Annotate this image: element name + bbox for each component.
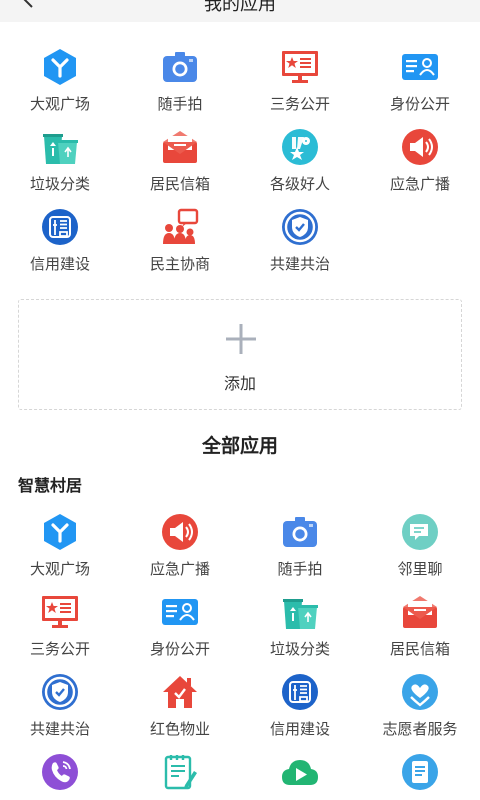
mail-envelope-icon [161, 128, 199, 166]
app-item-da-guan[interactable]: 大观广场 [0, 513, 120, 593]
id-card-icon [401, 48, 439, 86]
app-item-credit[interactable]: 信用建设 [0, 208, 120, 288]
app-item-shield-check[interactable]: 共建共治 [0, 673, 120, 753]
page-title: 我的应用 [204, 0, 276, 14]
trash-bins-icon [41, 128, 79, 166]
app-label: 信用建设 [269, 721, 330, 738]
app-item-mail-envelope[interactable]: 居民信箱 [120, 128, 240, 208]
title-bar: 我的应用 [0, 0, 480, 22]
app-label: 随手拍 [157, 96, 203, 113]
app-item-megaphone[interactable]: 应急广播 [360, 128, 480, 208]
app-item-camera[interactable]: 随手拍 [120, 48, 240, 128]
app-item-unlabeled[interactable] [240, 753, 360, 800]
app-item-id-card[interactable]: 身份公开 [360, 48, 480, 128]
trash-bins-icon [281, 593, 319, 631]
notepad-icon [161, 753, 199, 791]
app-label: 居民信箱 [389, 641, 450, 658]
add-app-button[interactable]: 添加 [18, 299, 462, 410]
section-title: 全部应用 [201, 436, 278, 457]
app-item-good-person[interactable]: 各级好人 [240, 128, 360, 208]
app-label: 随手拍 [277, 561, 323, 578]
credit-icon [281, 673, 319, 711]
credit-icon [41, 208, 79, 246]
app-item-shield-check[interactable]: 共建共治 [240, 208, 360, 288]
app-item-volunteer[interactable]: 志愿者服务 [360, 673, 480, 753]
app-item-camera[interactable]: 随手拍 [240, 513, 360, 593]
app-label: 垃圾分类 [29, 176, 90, 193]
app-item-unlabeled[interactable] [360, 753, 480, 800]
app-item-chat-bubble[interactable]: 邻里聊 [360, 513, 480, 593]
app-label: 居民信箱 [149, 176, 210, 193]
app-label: 大观广场 [29, 96, 90, 113]
volunteer-icon [401, 673, 439, 711]
phone-icon [41, 753, 79, 791]
app-item-board-star[interactable]: 三务公开 [240, 48, 360, 128]
good-person-icon [281, 128, 319, 166]
board-star-icon [41, 593, 79, 631]
app-label: 共建共治 [29, 721, 90, 738]
app-item-credit[interactable]: 信用建设 [240, 673, 360, 753]
chat-bubble-icon [401, 513, 439, 551]
app-item-id-card[interactable]: 身份公开 [120, 593, 240, 673]
app-item-mail-envelope[interactable]: 居民信箱 [360, 593, 480, 673]
app-label: 身份公开 [389, 96, 450, 113]
document-icon [401, 753, 439, 791]
app-item-trash-bins[interactable]: 垃圾分类 [240, 593, 360, 673]
app-item-red-house[interactable]: 红色物业 [120, 673, 240, 753]
red-house-icon [161, 673, 199, 711]
app-item-unlabeled[interactable] [120, 753, 240, 800]
app-item-trash-bins[interactable]: 垃圾分类 [0, 128, 120, 208]
app-label: 共建共治 [269, 256, 330, 273]
id-card-icon [161, 593, 199, 631]
app-label: 各级好人 [269, 176, 330, 193]
mail-envelope-icon [401, 593, 439, 631]
app-item-da-guan[interactable]: 大观广场 [0, 48, 120, 128]
app-label: 大观广场 [29, 561, 90, 578]
app-label: 信用建设 [29, 256, 90, 273]
megaphone-icon [401, 128, 439, 166]
camera-icon [281, 513, 319, 551]
category-title: 智慧村居 [18, 478, 83, 495]
app-label: 志愿者服务 [382, 721, 458, 738]
app-label: 垃圾分类 [269, 641, 330, 658]
app-label: 民主协商 [149, 256, 210, 273]
plus-icon [224, 322, 258, 356]
app-label: 应急广播 [389, 176, 450, 193]
app-label: 应急广播 [149, 561, 210, 578]
app-label: 红色物业 [149, 721, 210, 738]
app-item-discussion[interactable]: 民主协商 [120, 208, 240, 288]
add-label: 添加 [223, 376, 256, 393]
cloud-play-icon [281, 753, 319, 791]
app-label: 身份公开 [149, 641, 210, 658]
app-item-board-star[interactable]: 三务公开 [0, 593, 120, 673]
shield-check-icon [41, 673, 79, 711]
megaphone-icon [161, 513, 199, 551]
da-guan-icon [41, 48, 79, 86]
app-item-megaphone[interactable]: 应急广播 [120, 513, 240, 593]
app-label: 三务公开 [269, 96, 330, 113]
app-label: 邻里聊 [397, 561, 443, 578]
da-guan-icon [41, 513, 79, 551]
shield-check-icon [281, 208, 319, 246]
discussion-icon [161, 208, 199, 246]
app-label: 三务公开 [29, 641, 90, 658]
board-star-icon [281, 48, 319, 86]
app-item-unlabeled[interactable] [0, 753, 120, 800]
camera-icon [161, 48, 199, 86]
